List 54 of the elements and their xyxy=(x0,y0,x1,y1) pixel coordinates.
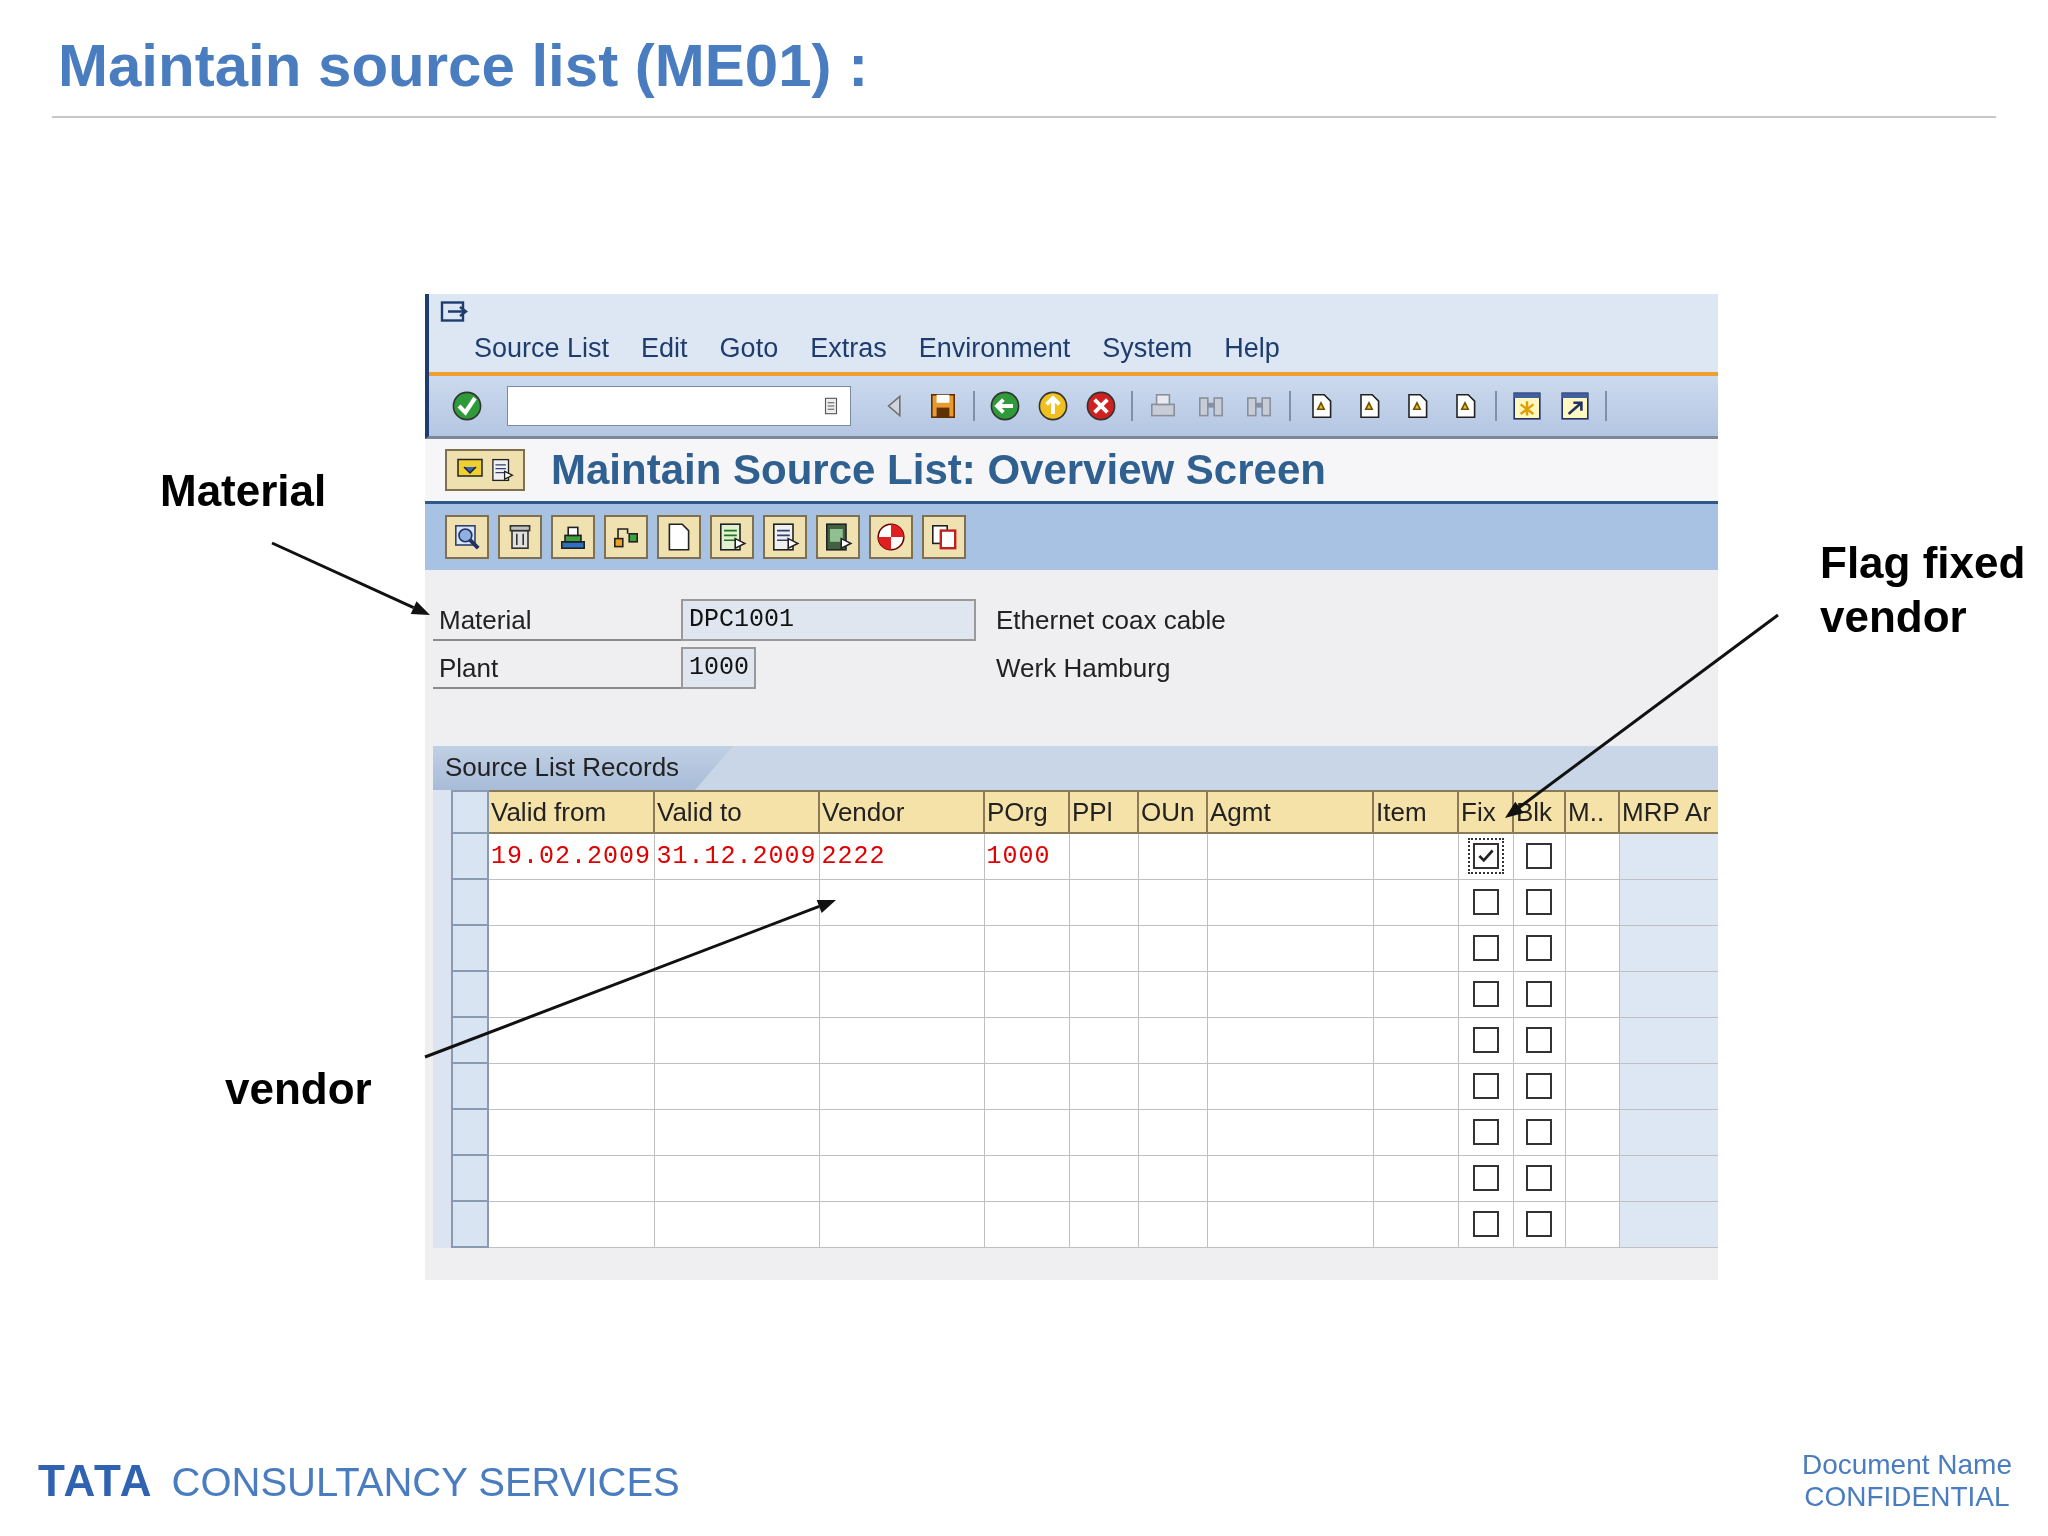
input-field[interactable]: DPC1001 xyxy=(681,599,976,641)
toolbar-button[interactable] xyxy=(445,515,489,559)
toolbar-button[interactable] xyxy=(657,515,701,559)
column-header[interactable]: Item xyxy=(1373,791,1458,833)
cancel-icon xyxy=(1085,390,1117,422)
company-logo: TATA xyxy=(38,1456,154,1506)
column-header[interactable]: PPl xyxy=(1069,791,1138,833)
column-header[interactable]: Agmt xyxy=(1207,791,1373,833)
table-cell: 31.12.2009 xyxy=(656,841,817,871)
screen-title: Maintain Source List: Overview Screen xyxy=(551,446,1326,494)
toolbar-button[interactable] xyxy=(816,515,860,559)
field-description: Werk Hamburg xyxy=(996,652,1171,684)
table-cell: 1000 xyxy=(986,841,1051,871)
confidentiality-label: CONFIDENTIAL xyxy=(1804,1481,2010,1513)
toolbar-button[interactable] xyxy=(922,515,966,559)
annotation-label: Flag fixed vendor xyxy=(1820,537,2027,643)
toolbar-button[interactable] xyxy=(498,515,542,559)
field-description: Ethernet coax cable xyxy=(996,604,1226,636)
toolbar-button[interactable] xyxy=(551,515,595,559)
column-header[interactable]: MRP Ar xyxy=(1619,791,1718,833)
toolbar-button[interactable] xyxy=(763,515,807,559)
command-field[interactable] xyxy=(507,386,851,426)
toolbar-button[interactable] xyxy=(710,515,754,559)
menu-item[interactable]: Edit xyxy=(641,333,688,364)
menu-item[interactable]: Help xyxy=(1224,333,1280,364)
column-header[interactable]: Valid from xyxy=(488,791,654,833)
annotation-label: vendor xyxy=(225,1064,372,1114)
column-header[interactable]: Fix xyxy=(1458,791,1513,833)
menu-item[interactable]: Environment xyxy=(918,333,1071,364)
shortcut-icon xyxy=(1559,390,1591,422)
menu-item[interactable]: System xyxy=(1102,333,1193,364)
column-header[interactable]: Valid to xyxy=(654,791,819,833)
menu-item[interactable]: Goto xyxy=(719,333,779,364)
menu-item[interactable]: Source List xyxy=(474,333,610,364)
checkbox[interactable] xyxy=(1467,838,1504,875)
new-window-icon xyxy=(1511,390,1543,422)
table-cell: 2222 xyxy=(821,841,886,871)
section-tab[interactable]: Source List Records xyxy=(433,746,733,790)
column-header[interactable]: POrg xyxy=(984,791,1069,833)
annotation-label: Material xyxy=(160,466,327,516)
column-header[interactable]: Vendor xyxy=(819,791,984,833)
toolbar-button[interactable] xyxy=(604,515,648,559)
column-header[interactable]: M.. xyxy=(1565,791,1619,833)
toolbar-button[interactable] xyxy=(869,515,913,559)
menu-item[interactable]: Extras xyxy=(810,333,887,364)
check-icon xyxy=(451,390,483,422)
input-field[interactable]: 1000 xyxy=(681,647,756,689)
menu-button[interactable] xyxy=(445,449,525,491)
slide-title: Maintain source list (ME01) : xyxy=(57,31,870,101)
table-cell: 19.02.2009 xyxy=(491,841,652,871)
lifebuoy-icon xyxy=(875,521,907,553)
document-name: Document Name xyxy=(1801,1449,2012,1481)
company-name: CONSULTANCY SERVICES xyxy=(171,1460,680,1505)
column-header[interactable]: OUn xyxy=(1138,791,1207,833)
